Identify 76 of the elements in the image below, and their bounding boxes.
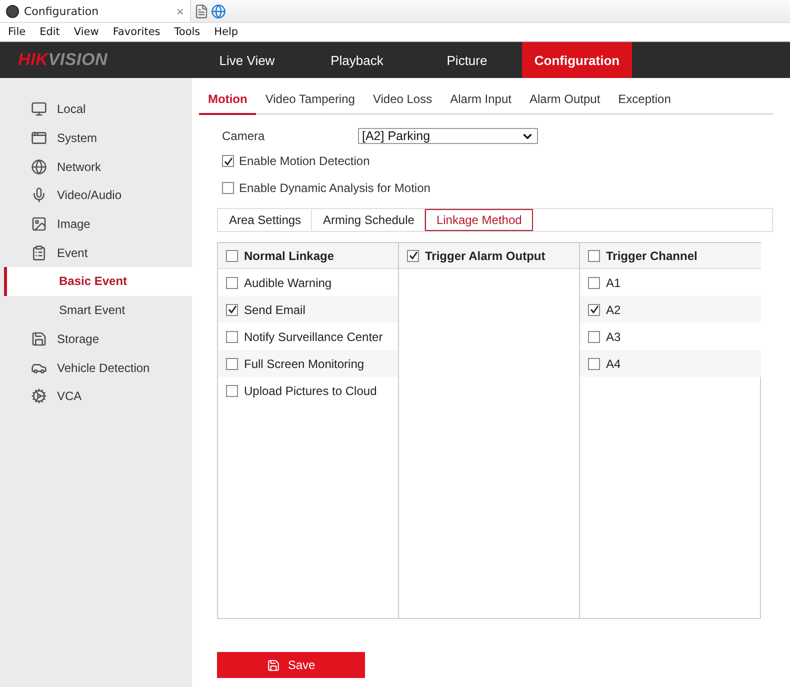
menu-item[interactable]: File bbox=[8, 26, 26, 38]
step-tab[interactable]: Area Settings bbox=[218, 209, 312, 231]
step-tab[interactable]: Arming Schedule bbox=[312, 209, 426, 231]
microphone-icon bbox=[31, 187, 47, 204]
checkbox[interactable] bbox=[226, 304, 238, 316]
sub-tab[interactable]: Alarm Output bbox=[520, 92, 610, 115]
camera-label: Camera bbox=[222, 129, 266, 143]
checkbox[interactable] bbox=[588, 276, 600, 288]
checkbox[interactable] bbox=[226, 358, 238, 370]
nav-tab[interactable]: Playback bbox=[302, 42, 412, 78]
save-icon bbox=[266, 658, 280, 672]
linkage-option: Send Email bbox=[244, 302, 306, 316]
sidebar-item[interactable]: Event bbox=[4, 238, 192, 268]
linkage-option: Notify Surveillance Center bbox=[244, 330, 383, 344]
sidebar-item[interactable]: Network bbox=[4, 152, 192, 182]
checkbox[interactable] bbox=[222, 182, 234, 194]
save-button[interactable]: Save bbox=[217, 652, 365, 678]
clipboard-icon bbox=[31, 244, 47, 261]
linkage-option: Upload Pictures to Cloud bbox=[244, 384, 377, 398]
menu-item[interactable]: Favorites bbox=[112, 26, 160, 38]
checkbox[interactable] bbox=[226, 250, 238, 262]
linkage-option: Audible Warning bbox=[244, 276, 332, 290]
window-icon bbox=[31, 130, 47, 146]
linkage-option: Full Screen Monitoring bbox=[244, 356, 364, 370]
camera-icon bbox=[6, 4, 19, 18]
step-tab[interactable]: Linkage Method bbox=[425, 209, 533, 231]
option-label: Enable Dynamic Analysis for Motion bbox=[239, 181, 430, 195]
linkage-option: A1 bbox=[606, 276, 621, 290]
sidebar-item[interactable]: Storage bbox=[4, 324, 192, 354]
sidebar-item[interactable]: VCA bbox=[4, 382, 192, 411]
option-label: Enable Motion Detection bbox=[239, 154, 370, 168]
sidebar-item[interactable]: Basic Event bbox=[4, 267, 192, 296]
sidebar-item[interactable]: Image bbox=[4, 210, 192, 238]
browser-icon[interactable] bbox=[211, 4, 226, 18]
monitor-icon bbox=[31, 101, 47, 118]
globe-icon bbox=[31, 158, 47, 175]
new-tab-icon[interactable] bbox=[194, 4, 209, 18]
nav-tab[interactable]: Picture bbox=[412, 42, 522, 78]
image-icon bbox=[31, 216, 47, 232]
nav-tab[interactable]: Live View bbox=[192, 42, 302, 78]
nav-tab[interactable]: Configuration bbox=[522, 42, 632, 78]
linkage-option: A4 bbox=[606, 356, 621, 370]
linkage-option: A2 bbox=[606, 302, 621, 316]
checkbox[interactable] bbox=[588, 304, 600, 316]
checkbox[interactable] bbox=[588, 358, 600, 370]
checkbox[interactable] bbox=[588, 250, 600, 262]
checkbox[interactable] bbox=[222, 155, 234, 167]
menu-item[interactable]: Edit bbox=[40, 26, 60, 38]
checkbox[interactable] bbox=[588, 330, 600, 342]
checkbox[interactable] bbox=[407, 250, 419, 262]
close-icon[interactable]: × bbox=[176, 4, 184, 18]
sidebar-item[interactable]: System bbox=[4, 124, 192, 152]
sidebar-item[interactable]: Video/Audio bbox=[4, 181, 192, 210]
checkbox[interactable] bbox=[226, 384, 238, 396]
column-header: Trigger Channel bbox=[606, 248, 698, 262]
brand-logo: HIKVISION bbox=[17, 49, 109, 71]
tab-title: Configuration bbox=[24, 4, 100, 18]
checkbox[interactable] bbox=[226, 276, 238, 288]
menu-item[interactable]: Help bbox=[214, 26, 238, 38]
sidebar-item[interactable]: Vehicle Detection bbox=[4, 353, 192, 382]
sub-tab[interactable]: Motion bbox=[199, 92, 256, 115]
menu-item[interactable]: Tools bbox=[174, 26, 200, 38]
browser-tab[interactable]: Configuration × bbox=[0, 0, 191, 22]
sub-tab[interactable]: Video Tampering bbox=[256, 92, 364, 115]
column-header: Normal Linkage bbox=[244, 248, 334, 262]
linkage-option: A3 bbox=[606, 330, 621, 344]
checkbox[interactable] bbox=[226, 330, 238, 342]
menu-item[interactable]: View bbox=[74, 26, 99, 38]
camera-select[interactable]: [A2] Parking bbox=[358, 128, 538, 144]
sub-tab[interactable]: Exception bbox=[609, 92, 680, 115]
sub-tab[interactable]: Alarm Input bbox=[441, 92, 520, 115]
gear-icon bbox=[31, 388, 47, 404]
sidebar-item[interactable]: Local bbox=[4, 95, 192, 124]
sub-tab[interactable]: Video Loss bbox=[364, 92, 442, 115]
sidebar-item[interactable]: Smart Event bbox=[4, 296, 192, 324]
column-header: Trigger Alarm Output bbox=[425, 248, 546, 262]
